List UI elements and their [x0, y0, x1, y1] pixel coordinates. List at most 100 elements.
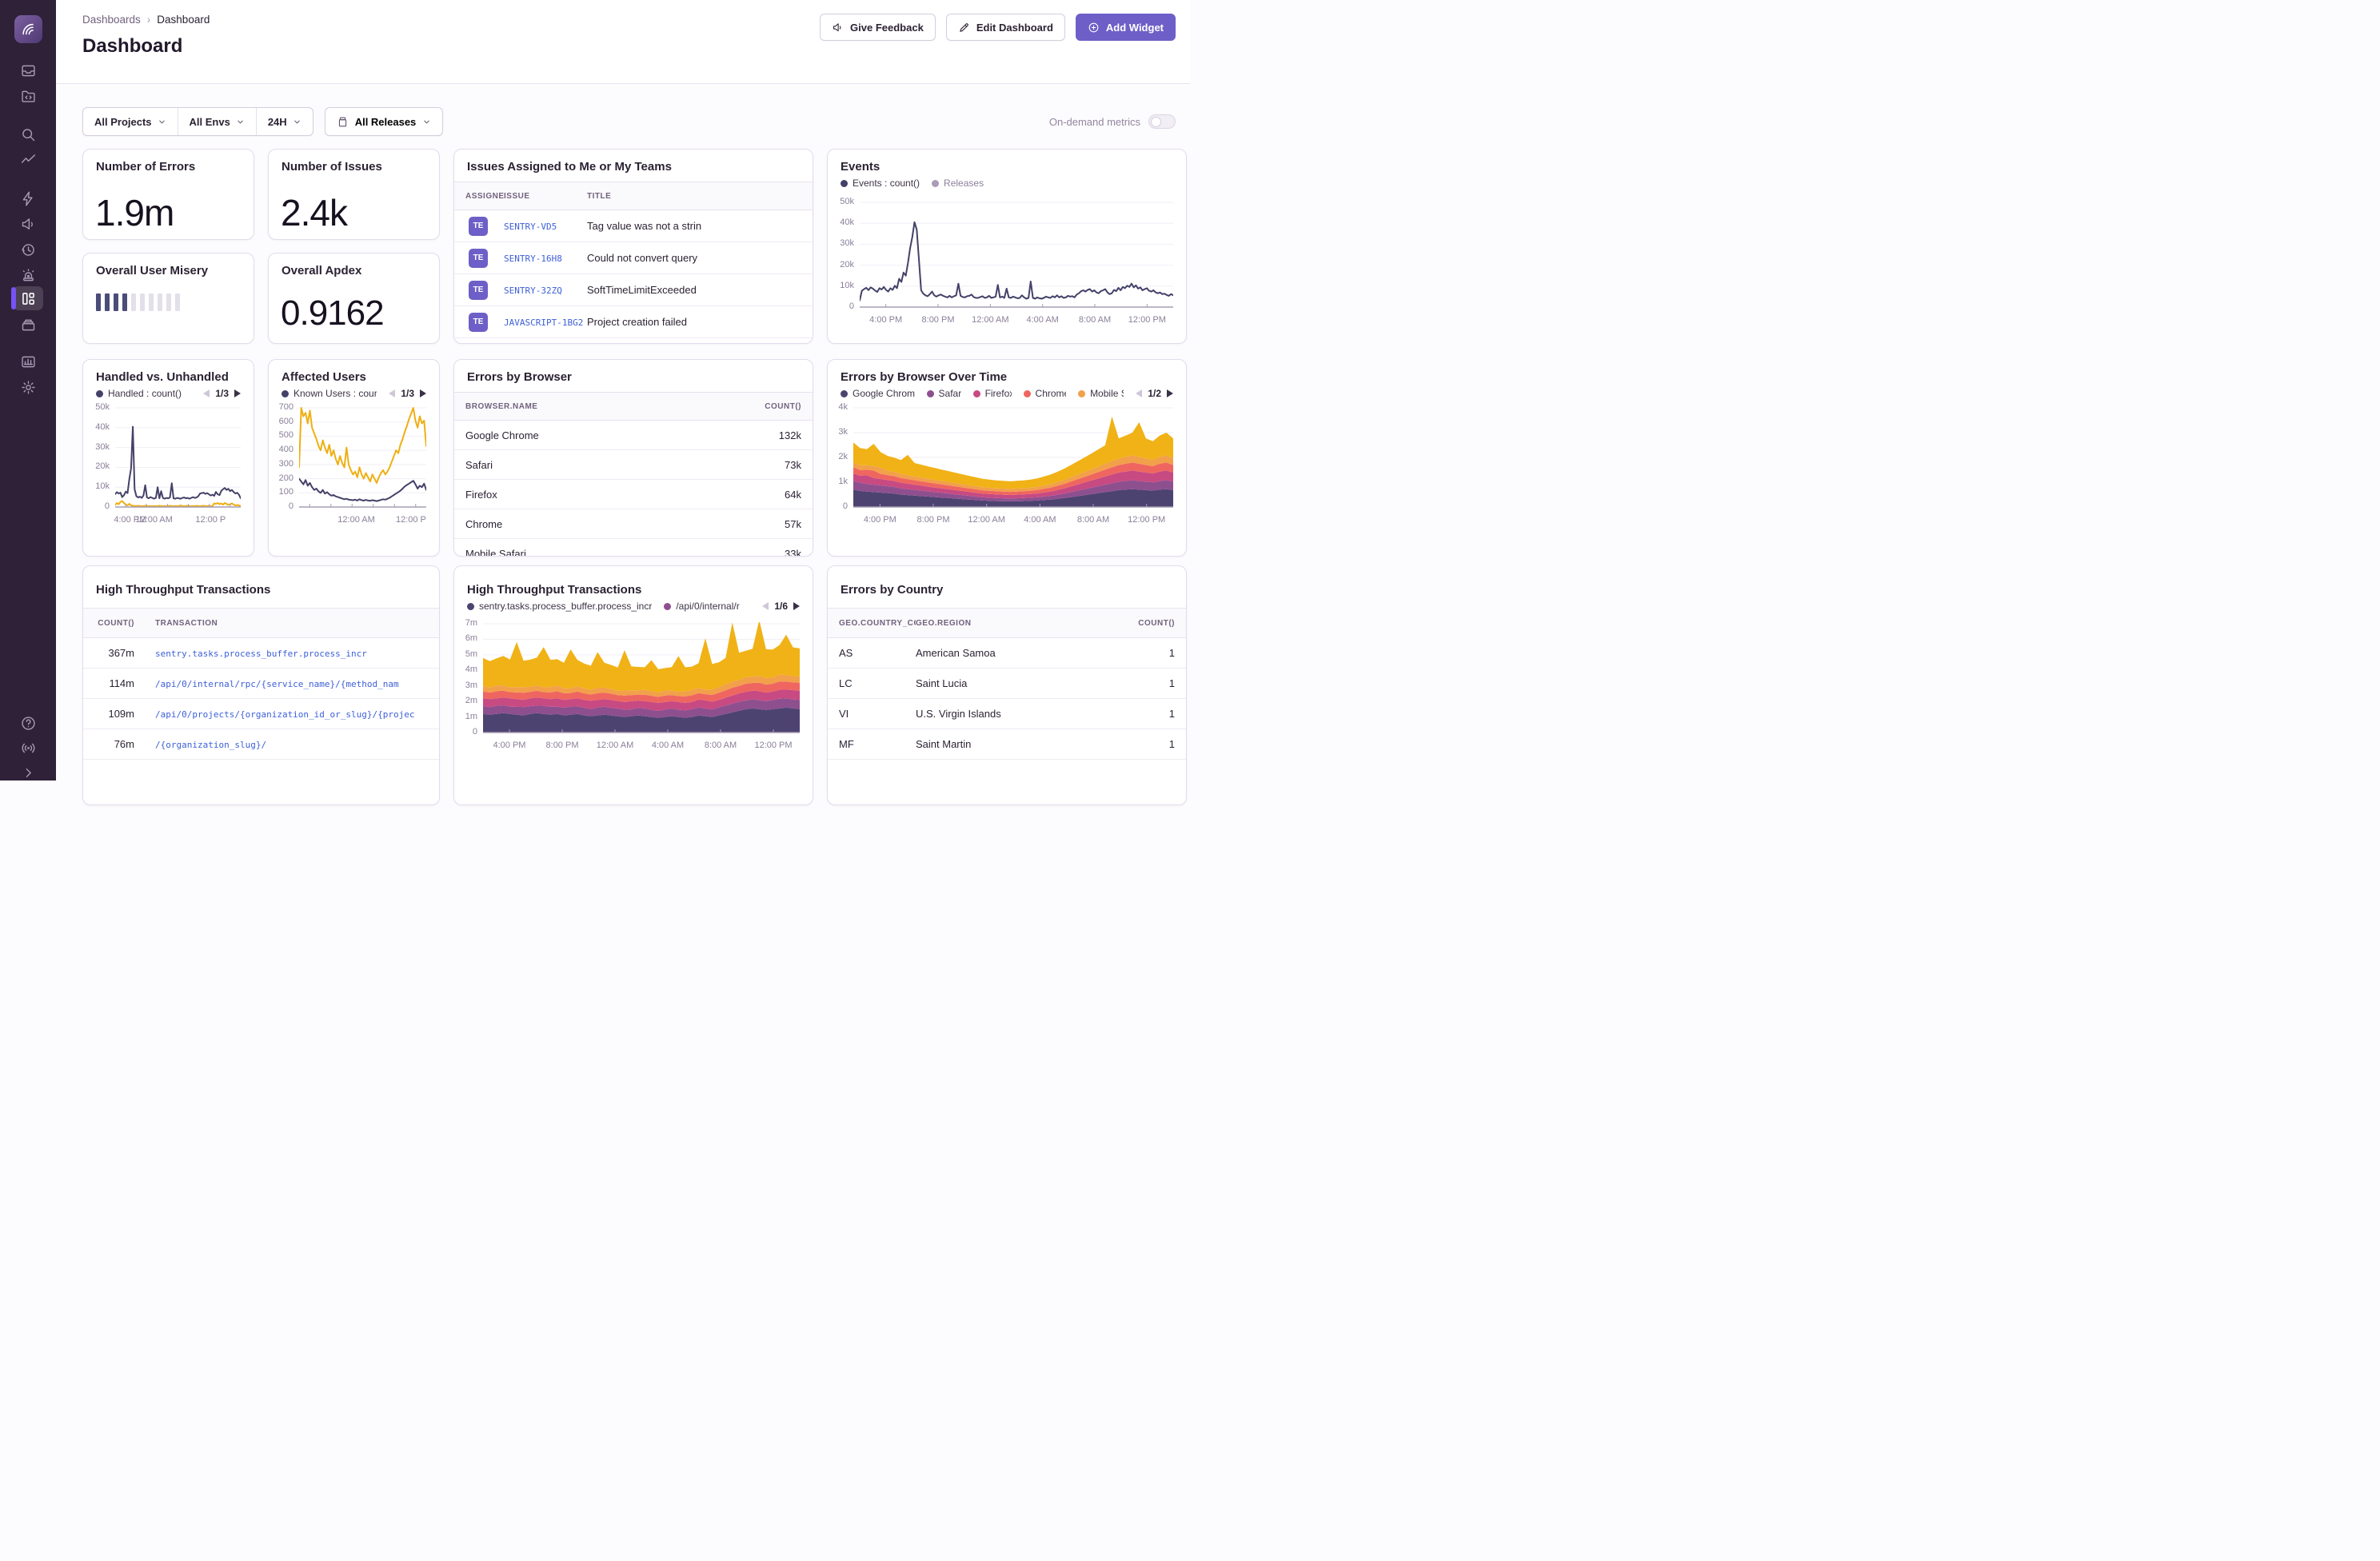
- table-row[interactable]: TEJAVASCRIPT-1BG2Project creation failed: [454, 306, 813, 338]
- events-chart[interactable]: 010k20k30k40k50k 4:00 PM8:00 PM12:00 AM4…: [828, 201, 1186, 326]
- issue-link[interactable]: SENTRY-16H8: [504, 254, 562, 264]
- page-prev-icon[interactable]: [389, 389, 395, 397]
- table-row[interactable]: LCSaint Lucia1: [828, 669, 1186, 699]
- page-prev-icon[interactable]: [203, 389, 210, 397]
- assignee-badge[interactable]: TE: [469, 217, 488, 236]
- widget-user-misery[interactable]: Overall User Misery: [82, 253, 254, 344]
- column-header[interactable]: ISSUE: [504, 192, 587, 201]
- page-next-icon[interactable]: [234, 389, 241, 397]
- page-next-icon[interactable]: [793, 602, 800, 610]
- widget-affected-users[interactable]: Affected Users Known Users : cour1/3 010…: [268, 359, 440, 557]
- affected-users-chart[interactable]: 0100200300400500600700 12:00 AM12:00 P: [269, 406, 439, 526]
- legend-item[interactable]: sentry.tasks.process_buffer.process_incr: [467, 601, 652, 612]
- widget-issues-assigned[interactable]: Issues Assigned to Me or My Teams ASSIGN…: [453, 149, 813, 344]
- issue-link[interactable]: JAVASCRIPT-1BG2: [504, 317, 583, 328]
- project-filter[interactable]: All Projects: [83, 108, 178, 135]
- widget-number-of-errors[interactable]: Number of Errors 1.9m: [82, 149, 254, 240]
- page-next-icon[interactable]: [420, 389, 426, 397]
- table-row[interactable]: Google Chrome132k: [454, 421, 813, 450]
- add-widget-button[interactable]: Add Widget: [1076, 14, 1176, 41]
- page-prev-icon[interactable]: [1136, 389, 1142, 397]
- expand-sidebar-icon[interactable]: [17, 761, 39, 784]
- time-range-filter[interactable]: 24H: [257, 108, 313, 135]
- releases-filter[interactable]: All Releases: [325, 107, 444, 136]
- table-row[interactable]: Mobile Safari33k: [454, 539, 813, 557]
- alerts-icon[interactable]: [17, 264, 39, 286]
- widget-errors-by-country[interactable]: Errors by Country GEO.COUNTRY_CODEGEO.RE…: [827, 565, 1187, 805]
- legend-item[interactable]: Mobile S: [1078, 388, 1124, 399]
- legend-item[interactable]: Chrome: [1024, 388, 1067, 399]
- column-header[interactable]: ASSIGNEE: [454, 192, 504, 201]
- table-row[interactable]: 367msentry.tasks.process_buffer.process_…: [83, 638, 439, 669]
- performance-icon[interactable]: [17, 149, 39, 171]
- table-row[interactable]: Chrome57k: [454, 509, 813, 539]
- table-row[interactable]: TESENTRY-32ZQSoftTimeLimitExceeded: [454, 274, 813, 306]
- settings-icon[interactable]: [17, 376, 39, 398]
- sentry-logo[interactable]: [14, 15, 42, 43]
- broadcast-icon[interactable]: [17, 737, 39, 759]
- transaction-link[interactable]: sentry.tasks.process_buffer.process_incr: [155, 649, 367, 659]
- issues-icon[interactable]: [17, 59, 39, 82]
- column-header[interactable]: COUNT(): [83, 619, 134, 628]
- megaphone-icon[interactable]: [17, 213, 39, 235]
- high-throughput-chart[interactable]: 01m2m3m4m5m6m7m 4:00 PM8:00 PM12:00 AM4:…: [454, 622, 813, 752]
- legend-item[interactable]: Google Chrome: [841, 388, 915, 399]
- legend-item[interactable]: /api/0/internal/r: [664, 601, 739, 612]
- legend-item[interactable]: Firefox: [973, 388, 1012, 399]
- column-header[interactable]: GEO.COUNTRY_CODE: [828, 619, 916, 628]
- column-header[interactable]: GEO.REGION: [916, 619, 1130, 628]
- widget-errors-by-browser[interactable]: Errors by Browser BROWSER.NAMECOUNT()Goo…: [453, 359, 813, 557]
- lightning-icon[interactable]: [17, 187, 39, 210]
- give-feedback-button[interactable]: Give Feedback: [820, 14, 936, 41]
- table-row[interactable]: MFSaint Martin1: [828, 729, 1186, 760]
- assignee-badge[interactable]: TE: [469, 313, 488, 332]
- page-next-icon[interactable]: [1167, 389, 1173, 397]
- column-header[interactable]: TITLE: [587, 192, 813, 201]
- environment-filter[interactable]: All Envs: [178, 108, 257, 135]
- table-row[interactable]: 76m/{organization_slug}/: [83, 729, 439, 760]
- dashboards-icon[interactable]: [13, 286, 43, 310]
- widget-number-of-issues[interactable]: Number of Issues 2.4k: [268, 149, 440, 240]
- column-header[interactable]: BROWSER.NAME: [454, 402, 741, 411]
- transaction-link[interactable]: /api/0/projects/{organization_id_or_slug…: [155, 709, 415, 720]
- legend-item[interactable]: Handled : count(): [96, 388, 182, 399]
- projects-icon[interactable]: [17, 85, 39, 107]
- table-row[interactable]: Safari73k: [454, 450, 813, 480]
- column-header[interactable]: TRANSACTION: [134, 619, 439, 628]
- legend-item[interactable]: Safari: [927, 388, 961, 399]
- transaction-link[interactable]: /{organization_slug}/: [155, 740, 266, 750]
- search-icon[interactable]: [17, 123, 39, 146]
- edit-dashboard-button[interactable]: Edit Dashboard: [946, 14, 1065, 41]
- issue-link[interactable]: SENTRY-VD5: [504, 222, 557, 232]
- widget-high-throughput-chart[interactable]: High Throughput Transactions sentry.task…: [453, 565, 813, 805]
- table-row[interactable]: 109m/api/0/projects/{organization_id_or_…: [83, 699, 439, 729]
- legend-item[interactable]: Events : count(): [841, 178, 920, 189]
- issue-link[interactable]: SENTRY-32ZQ: [504, 285, 562, 296]
- table-row[interactable]: VIU.S. Virgin Islands1: [828, 699, 1186, 729]
- breadcrumb-dashboards[interactable]: Dashboards: [82, 14, 141, 26]
- releases-icon[interactable]: [17, 313, 39, 336]
- widget-events[interactable]: Events Events : count()Releases 010k20k3…: [827, 149, 1187, 344]
- column-header[interactable]: COUNT(): [1130, 619, 1186, 628]
- table-row[interactable]: ASAmerican Samoa1: [828, 638, 1186, 669]
- assignee-badge[interactable]: TE: [469, 249, 488, 268]
- assignee-badge[interactable]: TE: [469, 281, 488, 300]
- widget-high-throughput-table[interactable]: High Throughput Transactions COUNT()TRAN…: [82, 565, 440, 805]
- widget-errors-by-browser-over-time[interactable]: Errors by Browser Over Time Google Chrom…: [827, 359, 1187, 557]
- legend-item[interactable]: Releases: [932, 178, 984, 189]
- handled-chart[interactable]: 010k20k30k40k50k 4:00 PM12:00 AM12:00 P: [83, 406, 254, 526]
- widget-apdex[interactable]: Overall Apdex 0.9162: [268, 253, 440, 344]
- table-row[interactable]: TESENTRY-16H8Could not convert query: [454, 242, 813, 274]
- legend-item[interactable]: Known Users : cour: [282, 388, 377, 399]
- browser-over-time-chart[interactable]: 01k2k3k4k 4:00 PM8:00 PM12:00 AM4:00 AM8…: [828, 406, 1186, 526]
- page-prev-icon[interactable]: [762, 602, 769, 610]
- table-row[interactable]: TESENTRY-VD5Tag value was not a strin: [454, 210, 813, 242]
- widget-handled-vs-unhandled[interactable]: Handled vs. Unhandled Handled : count()1…: [82, 359, 254, 557]
- table-row[interactable]: Firefox64k: [454, 480, 813, 509]
- replays-icon[interactable]: [17, 238, 39, 261]
- help-icon[interactable]: [17, 712, 39, 734]
- stats-icon[interactable]: [17, 350, 39, 373]
- table-row[interactable]: 114m/api/0/internal/rpc/{service_name}/{…: [83, 669, 439, 699]
- column-header[interactable]: COUNT(): [741, 402, 813, 411]
- transaction-link[interactable]: /api/0/internal/rpc/{service_name}/{meth…: [155, 679, 399, 689]
